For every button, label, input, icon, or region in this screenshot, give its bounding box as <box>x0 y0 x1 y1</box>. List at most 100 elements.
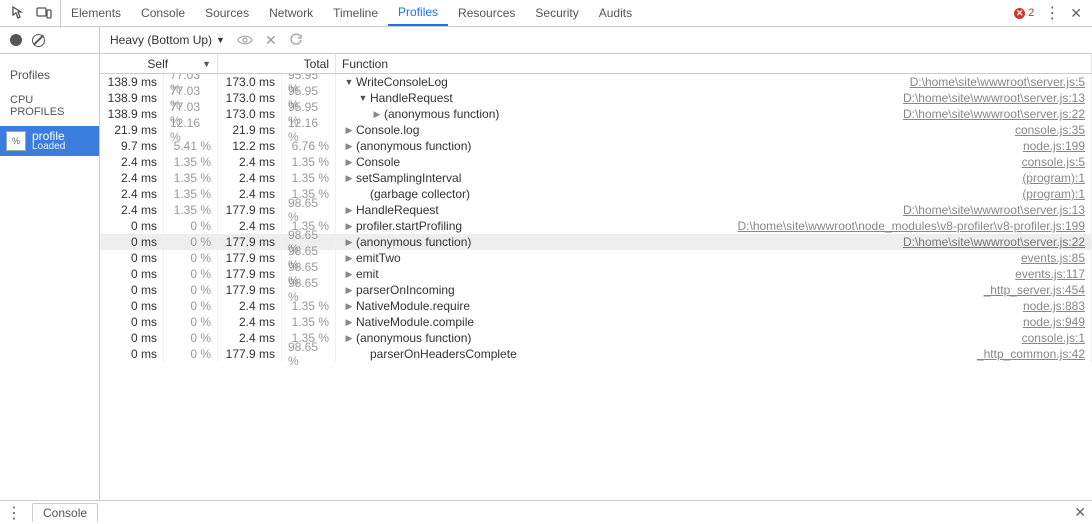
source-link[interactable]: _http_server.js:454 <box>984 283 1085 297</box>
table-row[interactable]: 2.4 ms1.35 %2.4 ms1.35 %▶setSamplingInte… <box>100 170 1092 186</box>
drawer-tab-console[interactable]: Console <box>32 503 98 522</box>
source-link[interactable]: node.js:199 <box>1023 139 1085 153</box>
table-row[interactable]: 138.9 ms77.03 %173.0 ms95.95 %▶(anonymou… <box>100 106 1092 122</box>
source-link[interactable]: node.js:949 <box>1023 315 1085 329</box>
drawer-menu-icon[interactable]: ⋮ <box>6 503 22 523</box>
cell-total-pct: 6.76 % <box>282 138 336 154</box>
cell-self-pct: 5.41 % <box>164 138 218 154</box>
tab-audits[interactable]: Audits <box>589 0 642 26</box>
disclosure-closed-icon[interactable]: ▶ <box>344 285 354 296</box>
col-total[interactable]: Total <box>218 54 336 73</box>
table-row[interactable]: 138.9 ms77.03 %173.0 ms95.95 %▼HandleReq… <box>100 90 1092 106</box>
cell-function: ▶(anonymous function)console.js:1 <box>336 330 1092 346</box>
disclosure-closed-icon[interactable]: ▶ <box>344 269 354 280</box>
table-row[interactable]: 0 ms0 %177.9 ms98.65 %▶emitevents.js:117 <box>100 266 1092 282</box>
source-link[interactable]: node.js:883 <box>1023 299 1085 313</box>
inspect-icon[interactable] <box>12 6 26 20</box>
table-body[interactable]: 138.9 ms77.03 %173.0 ms95.95 %▼WriteCons… <box>100 74 1092 500</box>
disclosure-closed-icon[interactable]: ▶ <box>344 125 354 136</box>
table-row[interactable]: 0 ms0 %2.4 ms1.35 %▶profiler.startProfil… <box>100 218 1092 234</box>
disclosure-closed-icon[interactable]: ▶ <box>344 333 354 344</box>
tab-profiles[interactable]: Profiles <box>388 0 448 26</box>
disclosure-closed-icon[interactable]: ▶ <box>344 157 354 168</box>
table-row[interactable]: 9.7 ms5.41 %12.2 ms6.76 %▶(anonymous fun… <box>100 138 1092 154</box>
device-toggle-icon[interactable] <box>36 6 52 20</box>
source-link[interactable]: D:\home\site\wwwroot\server.js:22 <box>903 107 1085 121</box>
source-link[interactable]: (program):1 <box>1022 171 1085 185</box>
tab-timeline[interactable]: Timeline <box>323 0 388 26</box>
table-row[interactable]: 0 ms0 %177.9 ms98.65 %parserOnHeadersCom… <box>100 346 1092 362</box>
close-devtools-icon[interactable]: ✕ <box>1070 5 1082 22</box>
exclude-icon[interactable]: ✕ <box>265 32 277 49</box>
tab-sources[interactable]: Sources <box>195 0 259 26</box>
disclosure-closed-icon[interactable]: ▶ <box>344 301 354 312</box>
disclosure-closed-icon[interactable]: ▶ <box>344 141 354 152</box>
cell-self-ms: 2.4 ms <box>100 202 164 218</box>
view-mode-dropdown[interactable]: Heavy (Bottom Up) ▼ <box>110 33 225 47</box>
function-name: (anonymous function) <box>384 107 499 121</box>
cell-function: ▶emitevents.js:117 <box>336 266 1092 282</box>
function-name: Console <box>356 155 400 169</box>
kebab-menu-icon[interactable]: ⋮ <box>1044 3 1060 23</box>
col-function[interactable]: Function <box>336 54 1092 73</box>
function-name: NativeModule.compile <box>356 315 474 329</box>
col-self[interactable]: Self ▼ <box>100 54 218 73</box>
tab-console[interactable]: Console <box>131 0 195 26</box>
sidebar-title: Profiles <box>0 62 99 88</box>
source-link[interactable]: events.js:117 <box>1015 267 1085 281</box>
cell-total-pct: 98.65 % <box>282 282 336 298</box>
profile-item[interactable]: % profile Loaded <box>0 126 99 156</box>
error-badge[interactable]: ✕ 2 <box>1014 7 1034 19</box>
tab-network[interactable]: Network <box>259 0 323 26</box>
disclosure-closed-icon[interactable]: ▶ <box>372 109 382 120</box>
table-row[interactable]: 0 ms0 %2.4 ms1.35 %▶NativeModule.require… <box>100 298 1092 314</box>
cell-self-pct: 0 % <box>164 330 218 346</box>
source-link[interactable]: D:\home\site\wwwroot\server.js:5 <box>910 75 1085 89</box>
source-link[interactable]: console.js:5 <box>1022 155 1085 169</box>
disclosure-open-icon[interactable]: ▼ <box>344 77 354 87</box>
toolbar-record-zone <box>0 27 100 53</box>
disclosure-closed-icon[interactable]: ▶ <box>344 205 354 216</box>
source-link[interactable]: console.js:35 <box>1015 123 1085 137</box>
table-row[interactable]: 21.9 ms12.16 %21.9 ms12.16 %▶Console.log… <box>100 122 1092 138</box>
source-link[interactable]: console.js:1 <box>1022 331 1085 345</box>
disclosure-closed-icon[interactable]: ▶ <box>344 253 354 264</box>
source-link[interactable]: events.js:85 <box>1021 251 1085 265</box>
drawer-close-icon[interactable]: ✕ <box>1074 504 1086 521</box>
table-row[interactable]: 2.4 ms1.35 %2.4 ms1.35 %(garbage collect… <box>100 186 1092 202</box>
source-link[interactable]: D:\home\site\wwwroot\node_modules\v8-pro… <box>738 219 1086 233</box>
focus-icon[interactable] <box>237 34 253 46</box>
table-row[interactable]: 0 ms0 %2.4 ms1.35 %▶(anonymous function)… <box>100 330 1092 346</box>
table-row[interactable]: 0 ms0 %177.9 ms98.65 %▶parserOnIncoming_… <box>100 282 1092 298</box>
disclosure-closed-icon[interactable]: ▶ <box>344 237 354 248</box>
source-link[interactable]: (program):1 <box>1022 187 1085 201</box>
table-row[interactable]: 138.9 ms77.03 %173.0 ms95.95 %▼WriteCons… <box>100 74 1092 90</box>
disclosure-closed-icon[interactable]: ▶ <box>344 221 354 232</box>
source-link[interactable]: _http_common.js:42 <box>977 347 1085 361</box>
col-function-label: Function <box>342 57 388 71</box>
disclosure-open-icon[interactable]: ▼ <box>358 93 368 103</box>
function-name: (anonymous function) <box>356 235 471 249</box>
function-name: parserOnIncoming <box>356 283 455 297</box>
cell-self-ms: 2.4 ms <box>100 186 164 202</box>
cell-function: ▶parserOnIncoming _http_server.js:454 <box>336 282 1092 298</box>
record-button-icon[interactable] <box>10 34 22 46</box>
cell-self-ms: 0 ms <box>100 266 164 282</box>
source-link[interactable]: D:\home\site\wwwroot\server.js:13 <box>903 91 1085 105</box>
tab-security[interactable]: Security <box>525 0 588 26</box>
table-row[interactable]: 2.4 ms1.35 %2.4 ms1.35 %▶Consoleconsole.… <box>100 154 1092 170</box>
clear-button-icon[interactable] <box>32 34 45 47</box>
tab-elements[interactable]: Elements <box>61 0 131 26</box>
table-row[interactable]: 0 ms0 %177.9 ms98.65 %▶(anonymous functi… <box>100 234 1092 250</box>
cell-total-pct: 98.65 % <box>282 202 336 218</box>
disclosure-closed-icon[interactable]: ▶ <box>344 173 354 184</box>
cell-total-ms: 2.4 ms <box>218 298 282 314</box>
table-row[interactable]: 2.4 ms1.35 %177.9 ms98.65 %▶HandleReques… <box>100 202 1092 218</box>
source-link[interactable]: D:\home\site\wwwroot\server.js:13 <box>903 203 1085 217</box>
refresh-icon[interactable] <box>289 33 303 47</box>
disclosure-closed-icon[interactable]: ▶ <box>344 317 354 328</box>
tab-resources[interactable]: Resources <box>448 0 525 26</box>
table-row[interactable]: 0 ms0 %2.4 ms1.35 %▶NativeModule.compile… <box>100 314 1092 330</box>
source-link[interactable]: D:\home\site\wwwroot\server.js:22 <box>903 235 1085 249</box>
table-row[interactable]: 0 ms0 %177.9 ms98.65 %▶emitTwoevents.js:… <box>100 250 1092 266</box>
